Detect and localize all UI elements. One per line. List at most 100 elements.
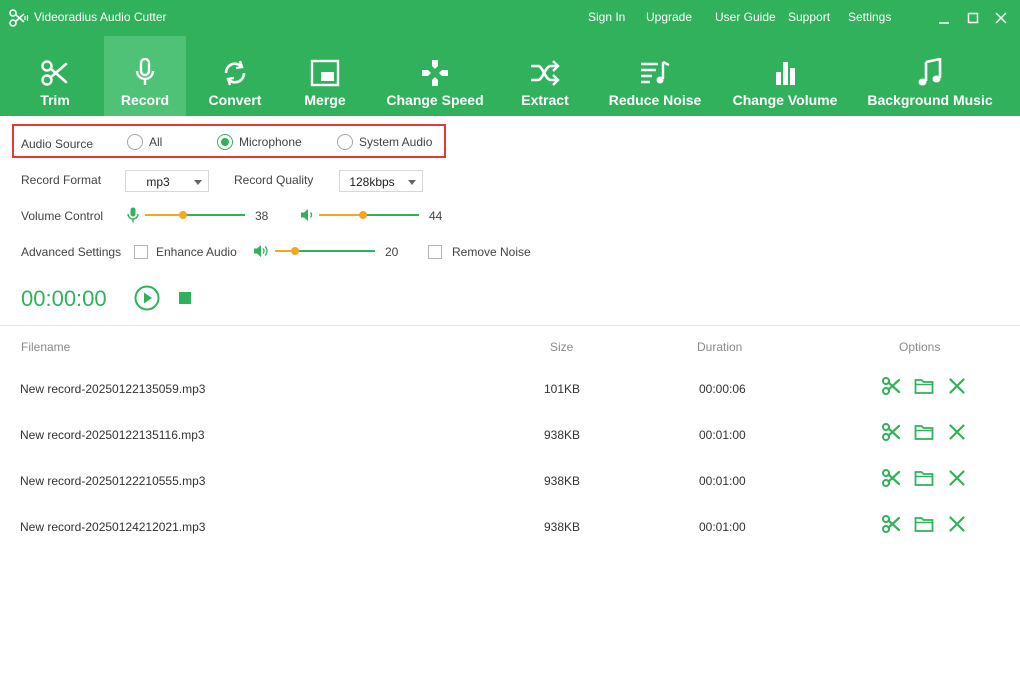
- table-row[interactable]: New record-20250122210555.mp3 938KB 00:01:…: [0, 469, 1020, 520]
- gamepad-icon: [418, 58, 452, 88]
- scissors-icon: [881, 377, 901, 400]
- record-timer: 00:00:00: [21, 286, 107, 311]
- tool-convert[interactable]: Convert: [194, 36, 276, 116]
- music-note-icon: [913, 57, 947, 88]
- trim-file-button[interactable]: [881, 376, 901, 396]
- row-size: 938KB: [544, 428, 581, 442]
- trim-file-button[interactable]: [881, 422, 901, 442]
- open-folder-button[interactable]: [914, 422, 934, 442]
- folder-icon: [914, 379, 934, 400]
- close-icon: [947, 516, 967, 538]
- chevron-down-icon: [408, 180, 416, 185]
- open-folder-button[interactable]: [914, 468, 934, 488]
- remove-noise-label[interactable]: Remove Noise: [452, 245, 531, 259]
- scissors-icon: [38, 58, 72, 88]
- radio-microphone-label[interactable]: Microphone: [239, 135, 302, 149]
- row-filename: New record-20250124212021.mp3: [20, 520, 206, 534]
- merge-icon: [308, 58, 342, 88]
- system-volume-slider[interactable]: [319, 209, 419, 221]
- play-icon: [134, 285, 160, 311]
- row-filename: New record-20250122135116.mp3: [20, 428, 205, 442]
- tool-reduce-noise-label: Reduce Noise: [608, 92, 702, 108]
- tool-trim[interactable]: Trim: [10, 36, 100, 116]
- tool-change-volume-label: Change Volume: [732, 92, 838, 108]
- enhance-audio-label[interactable]: Enhance Audio: [156, 245, 237, 259]
- record-quality-label: Record Quality: [234, 173, 314, 187]
- microphone-icon: [125, 207, 141, 223]
- column-header-options: Options: [899, 340, 941, 354]
- minimize-button[interactable]: [934, 8, 954, 28]
- app-header: Videoradius Audio Cutter Sign In Upgrade…: [0, 0, 1020, 116]
- enhance-level-value: 20: [385, 245, 399, 259]
- app-title: Videoradius Audio Cutter: [34, 10, 167, 24]
- column-header-duration: Duration: [697, 340, 743, 354]
- row-size: 938KB: [544, 474, 581, 488]
- slider-knob[interactable]: [179, 211, 187, 219]
- remove-noise-checkbox[interactable]: [428, 245, 442, 259]
- microphone-volume-slider[interactable]: [145, 209, 245, 221]
- row-filename: New record-20250122210555.mp3: [20, 474, 206, 488]
- row-size: 938KB: [544, 520, 581, 534]
- record-format-value: mp3: [146, 175, 170, 189]
- tool-change-speed[interactable]: Change Speed: [380, 36, 490, 116]
- open-folder-button[interactable]: [914, 514, 934, 534]
- delete-file-button[interactable]: [947, 376, 967, 396]
- delete-file-button[interactable]: [947, 468, 967, 488]
- table-row[interactable]: New record-20250124212021.mp3 938KB 00:01:…: [0, 515, 1020, 566]
- title-bar: Videoradius Audio Cutter Sign In Upgrade…: [0, 0, 1020, 36]
- column-header-filename: Filename: [21, 340, 71, 354]
- user-guide-link[interactable]: User Guide: [715, 10, 776, 24]
- close-window-button[interactable]: [991, 8, 1011, 28]
- support-link[interactable]: Support: [788, 10, 830, 24]
- tool-record[interactable]: Record: [104, 36, 186, 116]
- open-folder-button[interactable]: [914, 376, 934, 396]
- settings-link[interactable]: Settings: [848, 10, 891, 24]
- tool-merge-label: Merge: [304, 92, 346, 108]
- enhance-level-slider[interactable]: [275, 245, 375, 257]
- upgrade-link[interactable]: Upgrade: [646, 10, 692, 24]
- folder-icon: [914, 517, 934, 538]
- speaker-icon: [299, 207, 315, 223]
- shuffle-icon: [528, 58, 562, 88]
- trim-file-button[interactable]: [881, 514, 901, 534]
- tool-reduce-noise[interactable]: Reduce Noise: [600, 36, 710, 116]
- delete-file-button[interactable]: [947, 422, 967, 442]
- system-volume-value: 44: [429, 209, 443, 223]
- radio-system-audio-label[interactable]: System Audio: [359, 135, 432, 149]
- radio-all[interactable]: [127, 134, 143, 150]
- reduce-noise-icon: [638, 58, 672, 88]
- tool-extract[interactable]: Extract: [505, 36, 585, 116]
- record-format-select[interactable]: mp3: [125, 170, 209, 192]
- record-quality-select[interactable]: 128kbps: [339, 170, 423, 192]
- maximize-button[interactable]: [963, 8, 983, 28]
- tool-background-music[interactable]: Background Music: [862, 36, 998, 116]
- row-duration: 00:01:00: [699, 474, 746, 488]
- delete-file-button[interactable]: [947, 514, 967, 534]
- row-duration: 00:00:06: [699, 382, 746, 396]
- stop-button[interactable]: [179, 292, 191, 304]
- tool-change-speed-label: Change Speed: [386, 92, 484, 108]
- tool-convert-label: Convert: [208, 92, 262, 108]
- tool-merge[interactable]: Merge: [284, 36, 366, 116]
- table-row[interactable]: New record-20250122135116.mp3 938KB 00:01:…: [0, 423, 1020, 474]
- chevron-down-icon: [194, 180, 202, 185]
- record-quality-value: 128kbps: [349, 175, 395, 189]
- radio-system-audio[interactable]: [337, 134, 353, 150]
- radio-all-label[interactable]: All: [149, 135, 162, 149]
- section-divider: [0, 325, 1020, 326]
- slider-knob[interactable]: [359, 211, 367, 219]
- tool-extract-label: Extract: [521, 92, 569, 108]
- trim-file-button[interactable]: [881, 468, 901, 488]
- row-size: 101KB: [544, 382, 581, 396]
- tool-record-label: Record: [120, 92, 170, 108]
- table-row[interactable]: New record-20250122135059.mp3 101KB 00:00:…: [0, 377, 1020, 428]
- sign-in-link[interactable]: Sign In: [588, 10, 625, 24]
- radio-microphone[interactable]: [217, 134, 233, 150]
- play-button[interactable]: [134, 285, 160, 311]
- slider-knob[interactable]: [291, 247, 299, 255]
- slider-fill: [319, 214, 363, 216]
- folder-icon: [914, 471, 934, 492]
- microphone-icon: [128, 57, 162, 88]
- enhance-audio-checkbox[interactable]: [134, 245, 148, 259]
- tool-change-volume[interactable]: Change Volume: [725, 36, 845, 116]
